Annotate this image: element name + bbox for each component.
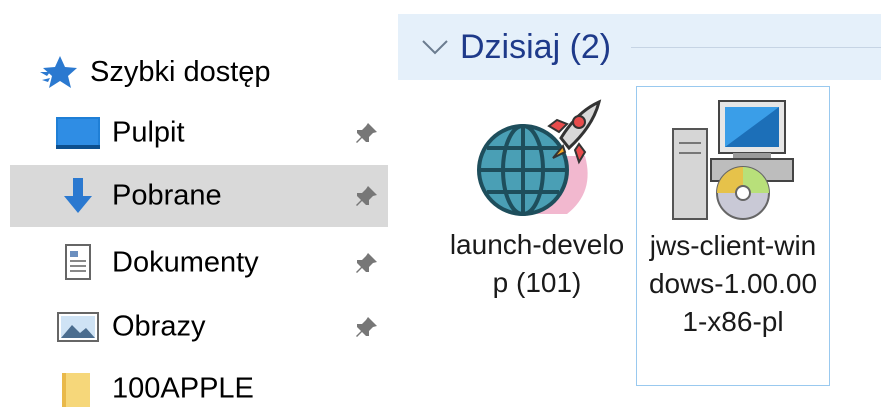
desktop-icon xyxy=(56,117,100,149)
group-header-today[interactable]: Dzisiaj (2) xyxy=(398,14,881,80)
nav-item-label: 100APPLE xyxy=(112,372,254,405)
pictures-icon xyxy=(57,312,99,342)
documents-icon xyxy=(65,244,91,280)
file-list-pane: Dzisiaj (2) launch-develop (101) jws-cli… xyxy=(394,0,881,415)
nav-item-label: Obrazy xyxy=(112,310,206,343)
star-icon xyxy=(40,56,77,88)
nav-item-pobrane[interactable]: Pobrane xyxy=(10,165,388,227)
file-name: launch-develop (101) xyxy=(449,229,625,298)
chevron-down-icon[interactable] xyxy=(420,37,450,57)
nav-item-pulpit[interactable]: Pulpit xyxy=(10,102,388,164)
pin-icon[interactable] xyxy=(354,183,380,209)
nav-item-100apple[interactable]: 100APPLE xyxy=(10,358,388,420)
file-item-jws-client[interactable]: jws-client-windows-1.00.001-x86-pl xyxy=(636,86,830,386)
nav-item-label: Pobrane xyxy=(112,179,222,212)
nav-item-obrazy[interactable]: Obrazy xyxy=(10,296,388,358)
folder-icon xyxy=(62,373,90,407)
pin-icon[interactable] xyxy=(354,314,380,340)
pin-icon[interactable] xyxy=(354,250,380,276)
file-name: jws-client-windows-1.00.001-x86-pl xyxy=(648,230,818,337)
group-title: Dzisiaj (2) xyxy=(460,27,612,66)
navigation-pane: Szybki dostęp Pulpit Pobrane Dokumenty O… xyxy=(0,0,394,415)
nav-quick-access[interactable]: Szybki dostęp xyxy=(38,52,271,92)
pin-icon[interactable] xyxy=(354,120,380,146)
downloads-icon xyxy=(64,178,92,213)
nav-quick-access-label: Szybki dostęp xyxy=(90,55,271,88)
installer-icon xyxy=(672,100,794,220)
nav-item-dokumenty[interactable]: Dokumenty xyxy=(10,232,388,294)
nav-item-label: Pulpit xyxy=(112,116,185,149)
nav-item-label: Dokumenty xyxy=(112,246,259,279)
group-divider xyxy=(631,46,881,48)
file-item-launch-develop[interactable]: launch-develop (101) xyxy=(440,86,634,386)
globe-rocket-icon xyxy=(477,99,602,216)
